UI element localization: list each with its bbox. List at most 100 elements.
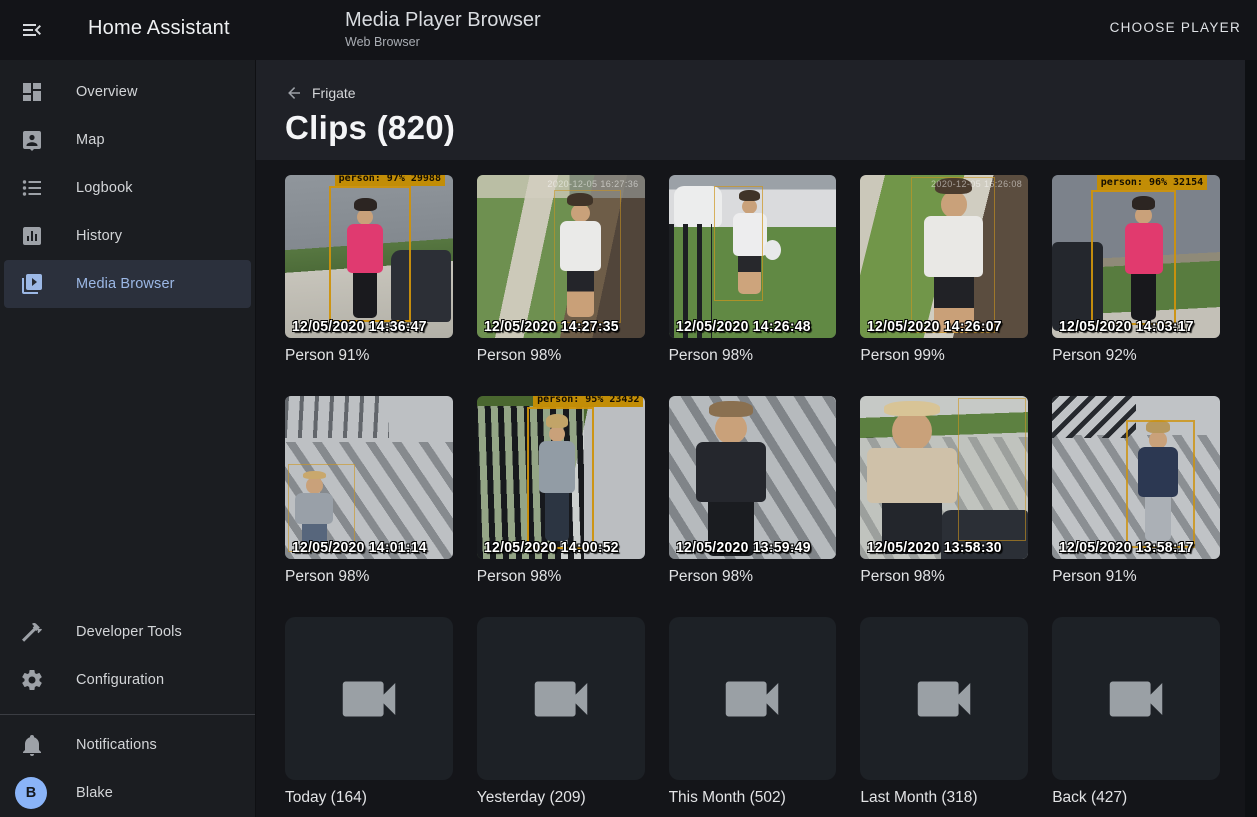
home-assistant-window: Home Assistant Media Player Browser Web … — [0, 0, 1257, 817]
sidebar-item-label: Overview — [76, 84, 138, 100]
page-heading: Clips (820) — [285, 109, 1245, 147]
page-title: Media Player Browser — [345, 9, 541, 32]
clip-card[interactable]: 2020-12-05 16:27:36 12/05/2020 14:27:35 … — [477, 175, 645, 365]
clip-card[interactable]: 12/05/2020 14:26:48 Person 98% — [669, 175, 837, 365]
folder-caption: Last Month (318) — [860, 789, 1028, 807]
menu-open-icon[interactable] — [20, 18, 44, 42]
clip-thumbnail: 2020-12-05 16:27:36 12/05/2020 14:27:35 — [477, 175, 645, 338]
clip-caption: Person 98% — [285, 568, 453, 586]
clip-card[interactable]: person: 97% 29988 12/05/2020 14:36:47 Pe… — [285, 175, 453, 365]
gear-icon — [20, 668, 44, 692]
folder-card[interactable]: Yesterday (209) — [477, 617, 645, 807]
app-title: Home Assistant — [88, 17, 230, 40]
video-icon — [334, 664, 404, 734]
folder-caption: Yesterday (209) — [477, 789, 645, 807]
clip-thumbnail: 12/05/2020 13:59:49 — [669, 396, 837, 559]
clip-thumbnail: 12/05/2020 14:01:14 — [285, 396, 453, 559]
sidebar-spacer — [0, 308, 255, 608]
clip-card[interactable]: 2020-12-05 16:26:08 12/05/2020 14:26:07 … — [860, 175, 1028, 365]
sidebar-item-developer-tools[interactable]: Developer Tools — [0, 608, 255, 656]
clip-thumbnail: 12/05/2020 13:58:30 — [860, 396, 1028, 559]
clip-caption: Person 91% — [285, 347, 453, 365]
camera-corner-timestamp: 2020-12-05 16:27:36 — [547, 179, 638, 189]
breadcrumb[interactable]: Frigate — [285, 84, 356, 102]
sidebar-item-notifications[interactable]: Notifications — [0, 721, 255, 769]
person-head — [892, 411, 932, 451]
video-icon — [526, 664, 596, 734]
view-dashboard-icon — [20, 80, 44, 104]
folder-thumbnail — [285, 617, 453, 780]
clip-caption: Person 99% — [860, 347, 1028, 365]
clip-thumbnail: person: 95% 23432 12/05/2020 14:00:52 — [477, 396, 645, 559]
clip-card[interactable]: 12/05/2020 13:58:17 Person 91% — [1052, 396, 1220, 586]
detection-bbox: person: 95% 23432 — [527, 407, 594, 549]
chart-box-icon — [20, 224, 44, 248]
sidebar-item-label: Configuration — [76, 672, 164, 688]
folder-caption: Back (427) — [1052, 789, 1220, 807]
detection-bbox: person: 97% 29988 — [329, 186, 411, 321]
sidebar-item-profile[interactable]: B Blake — [0, 769, 255, 817]
folder-card[interactable]: Last Month (318) — [860, 617, 1028, 807]
user-name: Blake — [76, 785, 113, 801]
sidebar-item-label: Media Browser — [76, 276, 175, 292]
detection-bbox — [1126, 420, 1195, 547]
detection-bbox — [911, 177, 995, 333]
sidebar-item-label: Developer Tools — [76, 624, 182, 640]
folder-card[interactable]: Today (164) — [285, 617, 453, 807]
play-box-multiple-icon — [20, 272, 44, 296]
person-head — [715, 413, 746, 444]
detection-bbox: person: 96% 32154 — [1091, 190, 1177, 325]
content-body: person: 97% 29988 12/05/2020 14:36:47 Pe… — [256, 160, 1245, 817]
timestamp-overlay: 12/05/2020 14:03:17 — [1059, 318, 1194, 335]
clip-thumbnail: person: 96% 32154 12/05/2020 14:03:17 — [1052, 175, 1220, 338]
clip-caption: Person 92% — [1052, 347, 1220, 365]
folder-thumbnail — [477, 617, 645, 780]
person-hair — [709, 401, 753, 417]
clip-thumbnail: person: 97% 29988 12/05/2020 14:36:47 — [285, 175, 453, 338]
clip-caption: Person 98% — [669, 347, 837, 365]
person-figure — [862, 401, 962, 554]
sidebar-item-label: Map — [76, 132, 105, 148]
clip-card[interactable]: 12/05/2020 13:59:49 Person 98% — [669, 396, 837, 586]
content-header: Frigate Clips (820) — [256, 60, 1245, 160]
scrollbar-gutter[interactable] — [1245, 60, 1257, 817]
clip-caption: Person 98% — [669, 568, 837, 586]
sidebar-item-logbook[interactable]: Logbook — [0, 164, 255, 212]
folder-thumbnail — [669, 617, 837, 780]
detection-label: person: 95% 23432 — [533, 396, 643, 407]
sidebar-item-history[interactable]: History — [0, 212, 255, 260]
person-torso — [867, 448, 957, 504]
clip-card[interactable]: 12/05/2020 13:58:30 Person 98% — [860, 396, 1028, 586]
camera-corner-timestamp: 2020-12-05 16:26:08 — [931, 179, 1022, 189]
clips-grid: person: 97% 29988 12/05/2020 14:36:47 Pe… — [285, 175, 1220, 807]
sidebar-item-overview[interactable]: Overview — [0, 68, 255, 116]
clip-thumbnail: 12/05/2020 13:58:17 — [1052, 396, 1220, 559]
clip-card[interactable]: person: 96% 32154 12/05/2020 14:03:17 Pe… — [1052, 175, 1220, 365]
timestamp-overlay: 12/05/2020 14:01:14 — [292, 539, 427, 556]
clip-card[interactable]: person: 95% 23432 12/05/2020 14:00:52 Pe… — [477, 396, 645, 586]
hammer-icon — [20, 620, 44, 644]
timestamp-overlay: 12/05/2020 13:59:49 — [676, 539, 811, 556]
video-icon — [909, 664, 979, 734]
sidebar-item-label: History — [76, 228, 122, 244]
clip-card[interactable]: 12/05/2020 14:01:14 Person 98% — [285, 396, 453, 586]
clip-caption: Person 98% — [477, 347, 645, 365]
person-hair — [884, 401, 940, 416]
sidebar-item-map[interactable]: Map — [0, 116, 255, 164]
bell-icon — [20, 733, 44, 757]
page-title-block: Media Player Browser Web Browser — [345, 9, 541, 49]
clip-thumbnail: 2020-12-05 16:26:08 12/05/2020 14:26:07 — [860, 175, 1028, 338]
sidebar-item-media-browser[interactable]: Media Browser — [4, 260, 251, 308]
folder-card[interactable]: This Month (502) — [669, 617, 837, 807]
sidebar-item-configuration[interactable]: Configuration — [0, 656, 255, 704]
detection-bbox — [958, 398, 1027, 541]
breadcrumb-label: Frigate — [312, 85, 356, 101]
clip-caption: Person 98% — [477, 568, 645, 586]
person-figure — [692, 401, 770, 556]
timestamp-overlay: 12/05/2020 13:58:30 — [867, 539, 1002, 556]
person-torso — [696, 442, 766, 502]
clip-caption: Person 98% — [860, 568, 1028, 586]
choose-player-button[interactable]: CHOOSE PLAYER — [1110, 20, 1241, 35]
folder-card[interactable]: Back (427) — [1052, 617, 1220, 807]
folder-caption: This Month (502) — [669, 789, 837, 807]
